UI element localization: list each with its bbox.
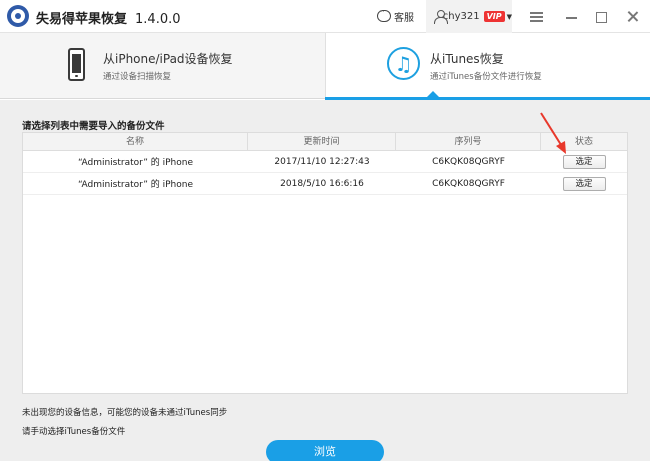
music-note-icon: ♫ [387,47,420,80]
caret-down-icon: ▼ [506,12,512,21]
vip-badge: VIP [483,11,505,22]
backup-table: 名称 更新时间 序列号 状态 “Administrator” 的 iPhone … [22,132,628,394]
user-account-menu[interactable]: chy321 VIP ▼ [426,0,512,33]
section-title: 请选择列表中需要导入的备份文件 [22,121,165,132]
tab-device-title: 从iPhone/iPad设备恢复 [103,52,233,66]
column-header-name: 名称 [23,133,248,150]
username: chy321 [442,11,480,22]
backup-updated-time: 2018/5/10 16:6:16 [280,178,364,189]
app-logo-icon [7,5,29,27]
close-icon[interactable] [626,10,640,24]
customer-service-label: 客服 [394,12,414,24]
browse-button[interactable]: 浏览 [266,440,384,461]
app-name: 失易得苹果恢复 [36,12,128,27]
hamburger-menu-icon[interactable] [530,10,544,24]
tab-device-subtitle: 通过设备扫描恢复 [103,72,172,82]
recovery-mode-tabs: 从iPhone/iPad设备恢复 通过设备扫描恢复 ♫ 从iTunes恢复 通过… [0,33,650,99]
column-header-updated: 更新时间 [248,133,396,150]
chat-bubble-icon [377,7,391,22]
hint-manual-select: 请手动选择iTunes备份文件 [22,427,126,437]
title-bar: 失易得苹果恢复 1.4.0.0 客服 chy321 VIP ▼ [0,0,650,33]
app-version: 1.4.0.0 [135,12,181,27]
hint-no-device: 未出现您的设备信息，可能您的设备未通过iTunes同步 [22,408,228,418]
backup-serial: C6KQK08QGRYF [432,156,505,167]
customer-service-button[interactable]: 客服 [377,7,414,24]
table-row[interactable]: “Administrator” 的 iPhone 2017/11/10 12:2… [23,151,627,173]
column-header-status: 状态 [574,137,593,147]
phone-icon [68,48,85,81]
table-header: 名称 更新时间 序列号 状态 [23,133,627,151]
tab-itunes-recovery[interactable]: ♫ 从iTunes恢复 通过iTunes备份文件进行恢复 [325,33,650,99]
backup-name: “Administrator” 的 iPhone [78,180,193,190]
tab-itunes-subtitle: 通过iTunes备份文件进行恢复 [430,72,542,82]
maximize-icon[interactable] [596,10,610,24]
backup-name: “Administrator” 的 iPhone [78,158,193,168]
table-row[interactable]: “Administrator” 的 iPhone 2018/5/10 16:6:… [23,173,627,195]
backup-serial: C6KQK08QGRYF [432,178,505,189]
backup-status-cell: 选定 [541,154,627,169]
tab-device-recovery[interactable]: 从iPhone/iPad设备恢复 通过设备扫描恢复 [0,33,325,99]
select-backup-button[interactable]: 选定 [562,154,606,169]
main-content: 请选择列表中需要导入的备份文件 名称 更新时间 序列号 状态 “Administ… [0,100,650,461]
tab-itunes-title: 从iTunes恢复 [430,52,504,66]
column-header-serial: 序列号 [396,133,541,150]
select-backup-button[interactable]: 选定 [562,176,606,191]
app-title: 失易得苹果恢复 1.4.0.0 [36,8,181,27]
minimize-icon[interactable] [566,10,580,24]
backup-status-cell: 选定 [541,176,627,191]
backup-updated-time: 2017/11/10 12:27:43 [274,156,370,167]
user-icon [434,10,448,24]
